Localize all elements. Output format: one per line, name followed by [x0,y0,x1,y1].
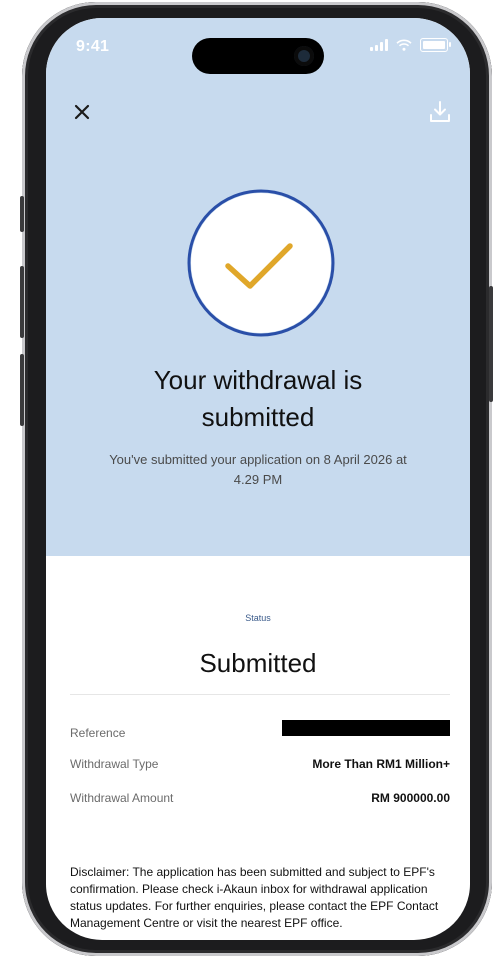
success-check-icon [186,188,336,338]
title-line-1: Your withdrawal is [153,365,363,395]
status-bar: 9:41 [46,18,470,74]
submission-subtitle: You've submitted your application on 8 A… [109,452,407,487]
divider [70,694,450,695]
detail-value: More Than RM1 Million+ [312,757,450,771]
detail-row-reference: Reference [70,720,450,746]
redacted-reference-value [282,720,450,736]
signal-icon [370,39,388,51]
download-button[interactable] [426,98,454,126]
disclaimer-text: Disclaimer: The application has been sub… [70,865,439,930]
detail-key: Withdrawal Amount [70,791,174,805]
status-value: Submitted [199,648,317,678]
battery-icon [420,38,451,52]
app-screen: 9:41 Your withdrawal is submitted You've… [46,18,470,940]
close-button[interactable] [68,98,96,126]
close-icon [74,104,90,120]
status-icons [370,38,451,52]
detail-key: Withdrawal Type [70,757,159,771]
detail-row-withdrawal-amount: Withdrawal Amount RM 900000.00 [70,791,450,811]
phone-action-button [20,196,24,232]
dynamic-island [192,38,324,74]
phone-volume-down [20,354,24,426]
title-line-2: submitted [201,402,315,432]
detail-key: Reference [70,726,126,740]
phone-volume-up [20,266,24,338]
detail-value: RM 900000.00 [371,791,450,805]
status-time: 9:41 [76,38,110,55]
status-label: Status [245,613,271,623]
camera-icon [294,46,314,66]
wifi-icon [396,39,412,51]
phone-power-button [489,286,493,402]
detail-row-withdrawal-type: Withdrawal Type More Than RM1 Million+ [70,757,450,777]
download-icon [430,101,450,122]
page-title: Your withdrawal is submitted [46,362,470,436]
